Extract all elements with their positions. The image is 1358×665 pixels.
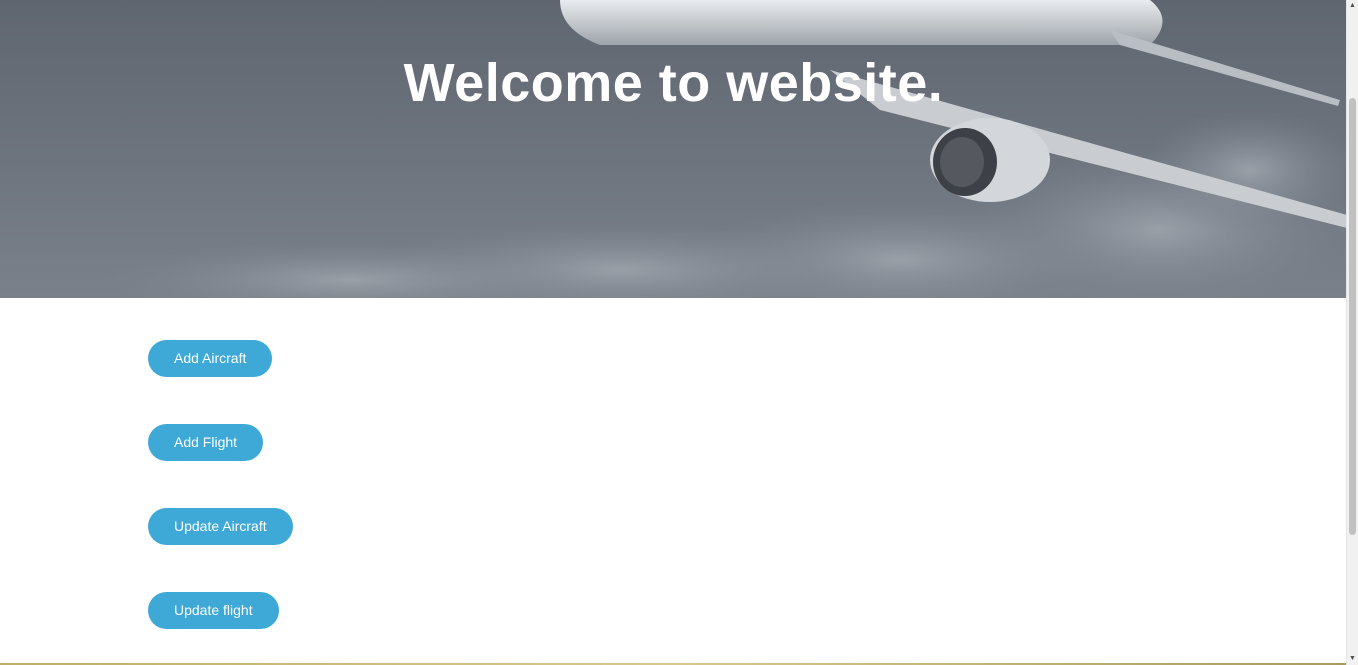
update-flight-button[interactable]: Update flight (148, 592, 279, 629)
scrollbar-thumb[interactable] (1349, 98, 1356, 535)
scroll-down-arrow-icon[interactable]: ▼ (1349, 655, 1356, 663)
hero-banner: Welcome to website. (0, 0, 1347, 298)
update-aircraft-button[interactable]: Update Aircraft (148, 508, 293, 545)
page-title: Welcome to website. (403, 53, 944, 113)
add-aircraft-button[interactable]: Add Aircraft (148, 340, 273, 377)
add-flight-button[interactable]: Add Flight (148, 424, 264, 461)
vertical-scrollbar[interactable]: ▲ ▼ (1346, 0, 1358, 665)
scroll-up-arrow-icon[interactable]: ▲ (1349, 2, 1356, 10)
airplane-background-image (100, 0, 1347, 298)
